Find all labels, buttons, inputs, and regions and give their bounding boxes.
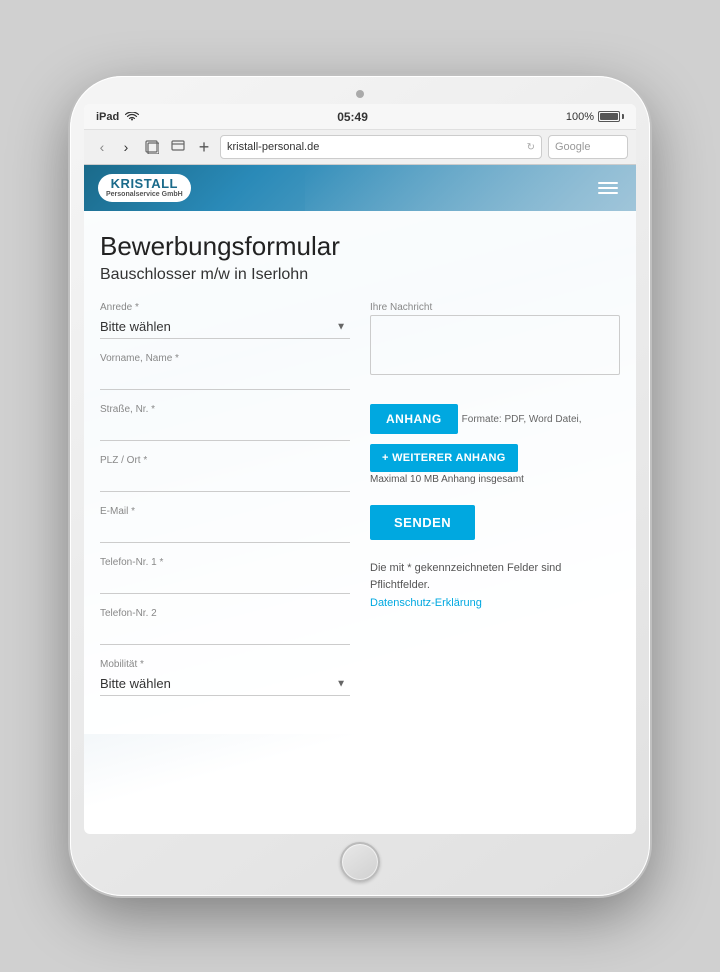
nav-buttons: ‹ › bbox=[92, 137, 136, 157]
form-grid: Anrede * Bitte wählen Herr Frau ▼ bbox=[100, 302, 620, 710]
home-button[interactable] bbox=[340, 842, 380, 882]
datenschutz-link[interactable]: Datenschutz-Erklärung bbox=[370, 597, 482, 609]
logo: KRISTALL Personalservice GmbH bbox=[98, 174, 191, 202]
tab-icon[interactable] bbox=[142, 137, 162, 157]
refresh-icon[interactable]: ↻ bbox=[527, 142, 535, 153]
status-right: 100% bbox=[566, 111, 624, 123]
status-left: iPad bbox=[96, 111, 139, 123]
anrede-group: Anrede * Bitte wählen Herr Frau ▼ bbox=[100, 302, 350, 339]
forward-button[interactable]: › bbox=[116, 137, 136, 157]
vorname-label: Vorname, Name * bbox=[100, 353, 350, 364]
url-text: kristall-personal.de bbox=[227, 141, 319, 153]
mobilitaet-select-wrapper: Bitte wählen Ja Nein ▼ bbox=[100, 672, 350, 696]
search-placeholder: Google bbox=[555, 141, 590, 153]
anhang-hint: Formate: PDF, Word Datei, bbox=[462, 414, 582, 425]
senden-group: SENDEN bbox=[370, 505, 620, 540]
vorname-input[interactable] bbox=[100, 366, 350, 390]
logo-brand: KRISTALL bbox=[106, 177, 183, 191]
anhang-row: ANHANG Formate: PDF, Word Datei, bbox=[370, 404, 620, 434]
strasse-group: Straße, Nr. * bbox=[100, 404, 350, 441]
device-label: iPad bbox=[96, 111, 119, 123]
search-bar[interactable]: Google bbox=[548, 135, 628, 159]
menu-line-3 bbox=[598, 192, 618, 194]
nachricht-textarea[interactable] bbox=[370, 315, 620, 375]
wifi-icon bbox=[125, 112, 139, 122]
strasse-label: Straße, Nr. * bbox=[100, 404, 350, 415]
plz-group: PLZ / Ort * bbox=[100, 455, 350, 492]
status-bar: iPad 05:49 100% bbox=[84, 104, 636, 130]
telefon2-group: Telefon-Nr. 2 bbox=[100, 608, 350, 645]
max-hint: Maximal 10 MB Anhang insgesamt bbox=[370, 474, 620, 485]
logo-sub: Personalservice GmbH bbox=[106, 191, 183, 199]
anrede-select[interactable]: Bitte wählen Herr Frau bbox=[100, 315, 350, 339]
mobilitaet-select[interactable]: Bitte wählen Ja Nein bbox=[100, 672, 350, 696]
required-note: Die mit * gekennzeichneten Felder sind P… bbox=[370, 560, 620, 593]
browser-toolbar: ‹ › + kristall-personal.de ↻ Google bbox=[84, 130, 636, 165]
browser-icons: + bbox=[142, 137, 214, 157]
weiterer-anhang-group: + WEITERER ANHANG Maximal 10 MB Anhang i… bbox=[370, 444, 620, 485]
page-content: KRISTALL Personalservice GmbH Bewerbungs… bbox=[84, 165, 636, 811]
plz-input[interactable] bbox=[100, 468, 350, 492]
plz-label: PLZ / Ort * bbox=[100, 455, 350, 466]
url-bar[interactable]: kristall-personal.de ↻ bbox=[220, 135, 542, 159]
status-time: 05:49 bbox=[337, 110, 368, 124]
anrede-select-wrapper: Bitte wählen Herr Frau ▼ bbox=[100, 315, 350, 339]
add-icon[interactable]: + bbox=[194, 137, 214, 157]
form-left-column: Anrede * Bitte wählen Herr Frau ▼ bbox=[100, 302, 350, 710]
email-input[interactable] bbox=[100, 519, 350, 543]
content-area: Bewerbungsformular Bauschlosser m/w in I… bbox=[84, 211, 636, 811]
battery-icon bbox=[598, 111, 624, 122]
battery-pct: 100% bbox=[566, 111, 594, 123]
telefon2-label: Telefon-Nr. 2 bbox=[100, 608, 350, 619]
strasse-input[interactable] bbox=[100, 417, 350, 441]
ipad-device: iPad 05:49 100% ‹ bbox=[70, 76, 650, 896]
form-title: Bewerbungsformular bbox=[100, 231, 620, 262]
mobilitaet-group: Mobilität * Bitte wählen Ja Nein ▼ bbox=[100, 659, 350, 696]
weiterer-anhang-button[interactable]: + WEITERER ANHANG bbox=[370, 444, 518, 472]
hamburger-menu-button[interactable] bbox=[594, 178, 622, 198]
email-group: E-Mail * bbox=[100, 506, 350, 543]
anhang-button[interactable]: ANHANG bbox=[370, 404, 458, 434]
menu-line-1 bbox=[598, 182, 618, 184]
ipad-screen: iPad 05:49 100% ‹ bbox=[84, 104, 636, 834]
telefon1-group: Telefon-Nr. 1 * bbox=[100, 557, 350, 594]
ipad-camera-dot bbox=[356, 90, 364, 98]
email-label: E-Mail * bbox=[100, 506, 350, 517]
senden-button[interactable]: SENDEN bbox=[370, 505, 475, 540]
mobilitaet-label: Mobilität * bbox=[100, 659, 350, 670]
bookmark-icon[interactable] bbox=[168, 137, 188, 157]
required-note-group: Die mit * gekennzeichneten Felder sind P… bbox=[370, 560, 620, 611]
telefon1-label: Telefon-Nr. 1 * bbox=[100, 557, 350, 568]
application-form: Bewerbungsformular Bauschlosser m/w in I… bbox=[84, 211, 636, 734]
form-right-column: Ihre Nachricht ANHANG Formate: PDF, Word… bbox=[370, 302, 620, 710]
menu-line-2 bbox=[598, 187, 618, 189]
vorname-group: Vorname, Name * bbox=[100, 353, 350, 390]
nachricht-label: Ihre Nachricht bbox=[370, 302, 620, 313]
nachricht-group: Ihre Nachricht bbox=[370, 302, 620, 380]
back-button[interactable]: ‹ bbox=[92, 137, 112, 157]
telefon1-input[interactable] bbox=[100, 570, 350, 594]
telefon2-input[interactable] bbox=[100, 621, 350, 645]
anrede-label: Anrede * bbox=[100, 302, 350, 313]
site-header: KRISTALL Personalservice GmbH bbox=[84, 165, 636, 211]
form-subtitle: Bauschlosser m/w in Iserlohn bbox=[100, 266, 620, 284]
